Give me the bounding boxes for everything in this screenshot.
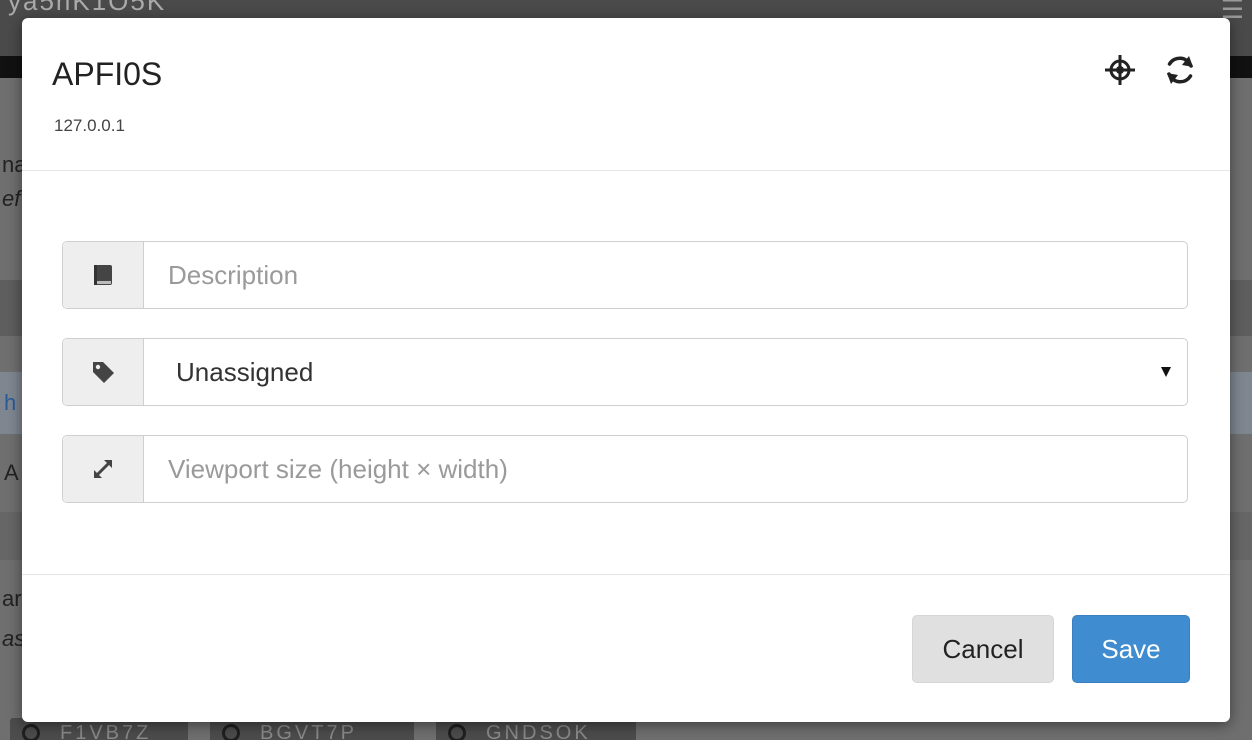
description-input-group	[62, 241, 1188, 309]
background-text: ar	[2, 586, 22, 611]
group-select[interactable]: Unassigned	[144, 339, 1187, 405]
edit-session-modal: APFI0S 127.0.0.1 Description Unassigned …	[22, 18, 1230, 722]
tag-icon	[63, 339, 144, 405]
description-input[interactable]	[144, 242, 1187, 308]
book-icon	[63, 242, 144, 308]
background-text: A	[4, 460, 19, 485]
background-title: ya5nK1O5K	[8, 0, 167, 16]
viewport-input-group	[62, 435, 1188, 503]
cancel-button[interactable]: Cancel	[912, 615, 1054, 683]
crosshair-icon[interactable]	[1102, 52, 1138, 88]
background-text: h	[4, 390, 17, 415]
save-button[interactable]: Save	[1072, 615, 1190, 683]
modal-title: APFI0S	[52, 56, 163, 92]
group-select-group: Unassigned	[62, 338, 1188, 406]
modal-footer: Cancel Save	[22, 574, 1230, 723]
group-select-value: Unassigned	[176, 357, 314, 387]
background-text: ef	[2, 186, 21, 211]
viewport-size-input[interactable]	[144, 436, 1187, 502]
modal-header: APFI0S 127.0.0.1	[22, 18, 1230, 171]
modal-subtitle: 127.0.0.1	[54, 116, 125, 135]
expand-icon	[63, 436, 144, 502]
chevron-down-icon	[1161, 367, 1171, 377]
refresh-icon[interactable]	[1162, 52, 1198, 88]
modal-body: Unassigned	[22, 171, 1230, 573]
